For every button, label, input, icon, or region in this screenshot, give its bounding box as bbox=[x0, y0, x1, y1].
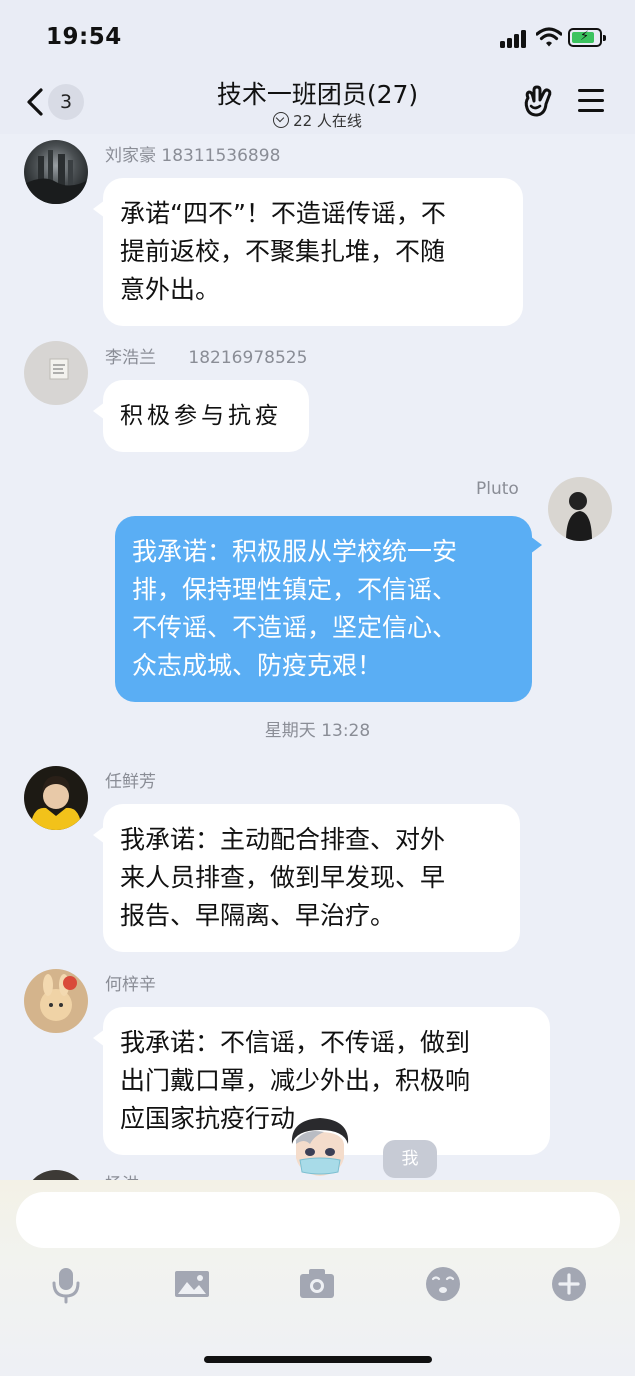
message-bubble[interactable]: 我承诺：主动配合排查、对外 来人员排查，做到早发现、早 报告、早隔离、早治疗。 bbox=[93, 804, 520, 952]
sender-name: Pluto bbox=[476, 479, 519, 499]
home-indicator[interactable] bbox=[204, 1356, 432, 1363]
status-time: 19:54 bbox=[46, 24, 122, 50]
message-bubble[interactable]: 承诺“四不”！不造谣传谣，不 提前返校，不聚集扎堆，不随 意外出。 bbox=[93, 178, 523, 326]
message-line: 出门戴口罩，减少外出，积极响 bbox=[120, 1066, 471, 1095]
avatar[interactable] bbox=[24, 1170, 88, 1180]
message-bubble[interactable]: 我承诺：积极服从学校统一安 排，保持理性镇定，不信谣、 不传谣、不造谣，坚定信心… bbox=[115, 516, 542, 702]
message-line: 我承诺：主动配合排查、对外 bbox=[120, 825, 446, 854]
sender-name: 何梓辛 bbox=[105, 975, 156, 995]
cellular-signal-icon bbox=[500, 30, 530, 48]
avatar[interactable] bbox=[548, 477, 612, 541]
status-bar: 19:54 ⚡ bbox=[0, 0, 635, 72]
sender-name: 杨洪 bbox=[105, 1170, 139, 1180]
sender-name: 任鲜芳 bbox=[105, 772, 156, 792]
plus-icon[interactable] bbox=[549, 1264, 589, 1304]
message-line: 意外出。 bbox=[120, 275, 221, 304]
sender-name: 刘家豪 18311536898 bbox=[105, 146, 281, 166]
chevron-down-circle-icon bbox=[273, 112, 290, 128]
message-list[interactable]: 刘家豪 18311536898 承诺“四不”！不造谣传谣，不 提前返校，不聚集扎… bbox=[0, 134, 635, 1180]
time-divider: 星期天 13:28 bbox=[264, 721, 371, 741]
message-line: 众志成城、防疫克艰！ bbox=[132, 651, 383, 680]
wifi-icon bbox=[536, 27, 562, 47]
avatar[interactable] bbox=[24, 969, 88, 1033]
menu-icon[interactable] bbox=[576, 86, 606, 116]
message-line: 来人员排查，做到早发现、早 bbox=[120, 863, 446, 892]
avatar[interactable] bbox=[24, 766, 88, 830]
image-icon[interactable] bbox=[172, 1264, 212, 1304]
input-toolbar bbox=[0, 1180, 635, 1376]
avatar[interactable] bbox=[24, 140, 88, 204]
battery-icon: ⚡ bbox=[568, 28, 606, 47]
message-line: 报告、早隔离、早治疗。 bbox=[120, 901, 396, 930]
online-count-text: 22 人在线 bbox=[293, 112, 362, 130]
hand-gesture-icon[interactable] bbox=[520, 84, 556, 120]
chat-header: 3 技术一班团员(27) 22 人在线 bbox=[0, 72, 635, 134]
avatar[interactable] bbox=[24, 341, 88, 405]
sticker-self-tag: 我 bbox=[383, 1140, 437, 1178]
sticker-character[interactable] bbox=[284, 1114, 356, 1180]
message-line: 排，保持理性镇定，不信谣、 bbox=[132, 575, 458, 604]
message-bubble[interactable]: 积极参与抗疫 bbox=[93, 380, 309, 452]
emoji-icon[interactable] bbox=[423, 1264, 463, 1304]
sender-name: 李浩兰 18216978525 bbox=[105, 348, 308, 368]
message-line: 我承诺：不信谣，不传谣，做到 bbox=[120, 1028, 471, 1057]
microphone-icon[interactable] bbox=[46, 1264, 86, 1304]
message-line: 承诺“四不”！不造谣传谣，不 bbox=[120, 199, 446, 228]
message-line: 不传谣、不造谣，坚定信心、 bbox=[132, 613, 458, 642]
message-line: 积极参与抗疫 bbox=[120, 403, 282, 429]
message-input[interactable] bbox=[16, 1192, 620, 1248]
message-line: 提前返校，不聚集扎堆，不随 bbox=[120, 237, 446, 266]
message-line: 我承诺：积极服从学校统一安 bbox=[132, 537, 458, 566]
camera-icon[interactable] bbox=[297, 1264, 337, 1304]
